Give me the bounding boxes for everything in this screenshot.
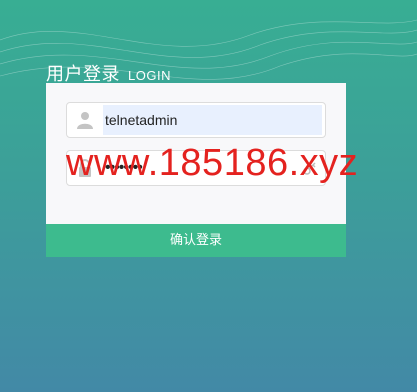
login-button[interactable]: 确认登录 xyxy=(46,224,346,257)
user-icon xyxy=(67,103,103,137)
watermark-text: www.185186.xyz xyxy=(66,142,359,184)
login-title-en: LOGIN xyxy=(128,68,171,83)
username-field[interactable]: telnetadmin xyxy=(66,102,326,138)
login-title: 用户登录 LOGIN xyxy=(46,60,171,85)
username-input[interactable]: telnetadmin xyxy=(103,105,322,135)
